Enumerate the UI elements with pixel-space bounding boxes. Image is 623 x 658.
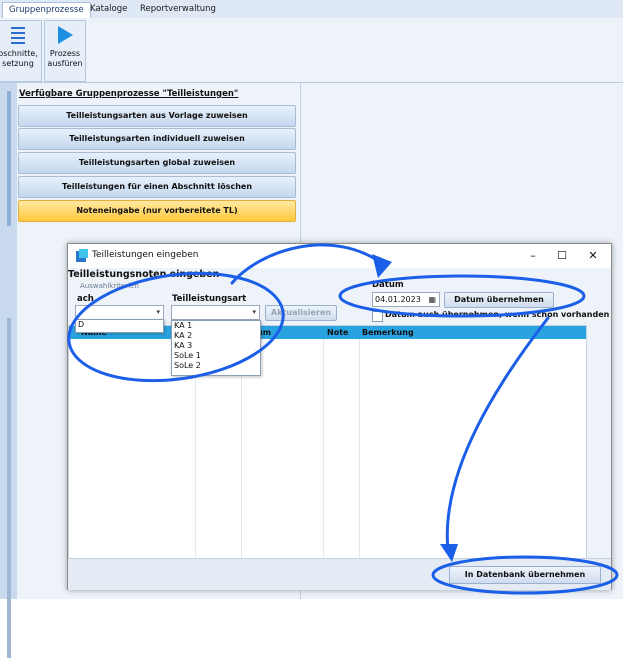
annotation-ellipse-filters <box>67 271 285 383</box>
annotation-ellipse-date <box>338 274 586 318</box>
annotation-ellipse-save <box>431 555 619 595</box>
annotation-overlay <box>67 243 619 595</box>
annotation-arrowhead <box>440 544 458 562</box>
annotation-arrowhead <box>372 254 392 278</box>
annotation-arrow-to-save <box>445 316 550 552</box>
annotation-arrow-to-date <box>230 243 382 285</box>
